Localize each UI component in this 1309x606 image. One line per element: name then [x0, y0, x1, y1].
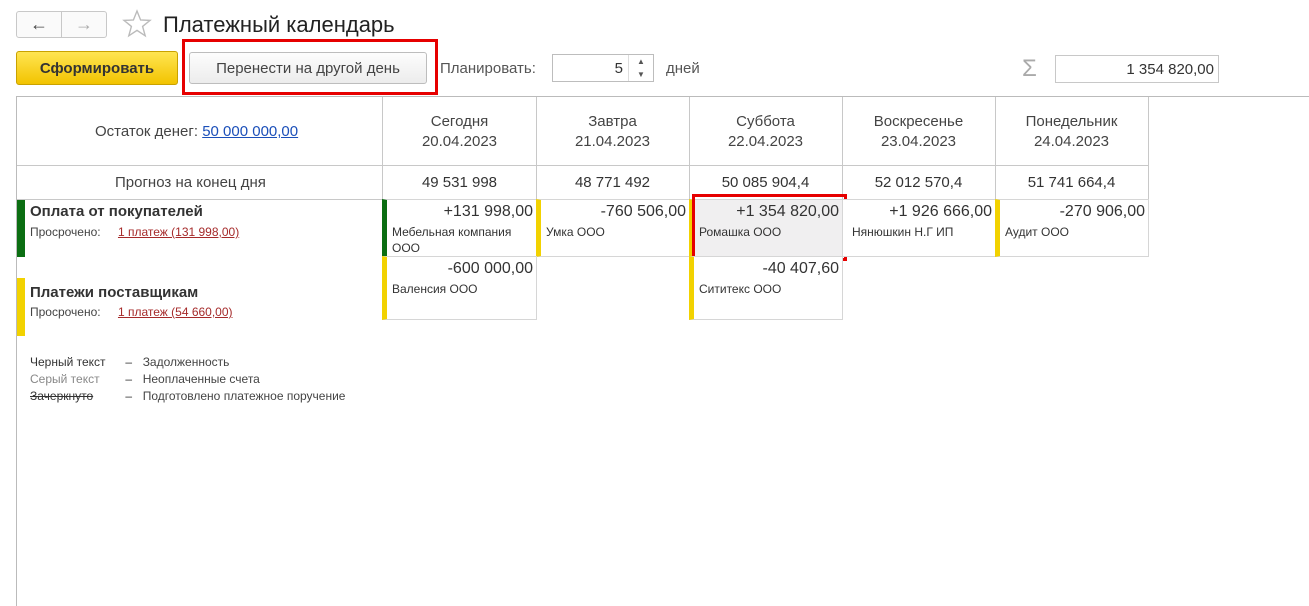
day-name: Завтра	[588, 113, 637, 130]
day-name: Понедельник	[1025, 113, 1118, 130]
back-button[interactable]: ←	[17, 12, 61, 37]
stepper-down-icon[interactable]: ▼	[629, 68, 653, 81]
legend-value: Задолженность	[142, 355, 230, 369]
day-date: 24.04.2023	[1033, 133, 1110, 150]
income-section-marker	[17, 200, 25, 257]
arrow-left-icon: ←	[30, 14, 48, 34]
balance-label: Остаток денег:	[95, 123, 199, 140]
highlight-frame	[182, 39, 438, 95]
legend-dash: –	[125, 389, 133, 403]
legend-row: Черный текст – Задолженность	[30, 354, 345, 371]
legend-dash: –	[125, 355, 133, 369]
day-date: 21.04.2023	[574, 133, 651, 150]
cell-counterparty: Нянюшкин Н.Г ИП	[852, 225, 954, 239]
sum-icon: Σ	[1022, 55, 1037, 82]
legend-dash: –	[125, 372, 133, 386]
overdue-label: Просрочено:	[30, 305, 101, 319]
divider	[1148, 97, 1149, 199]
day-date: 22.04.2023	[727, 133, 804, 150]
payment-cell[interactable]: +1 926 666,00 Нянюшкин Н.Г ИП	[842, 199, 996, 257]
payment-cell[interactable]: -40 407,60 Сититекс ООО	[689, 256, 843, 320]
plan-days-value: 5	[614, 60, 623, 77]
day-header: Понедельник 24.04.2023	[995, 112, 1148, 152]
day-date: 23.04.2023	[880, 133, 957, 150]
forecast-value: 49 531 998	[421, 174, 498, 191]
legend-key: Черный текст	[30, 355, 106, 369]
legend-value: Неоплаченные счета	[142, 372, 260, 386]
cell-counterparty: Аудит ООО	[1005, 225, 1070, 239]
balance-value-link[interactable]: 50 000 000,00	[202, 123, 298, 140]
arrow-right-icon: →	[75, 14, 93, 34]
divider	[17, 165, 1148, 166]
legend-row: Зачеркнуто – Подготовлено платежное пору…	[30, 388, 345, 405]
forward-button[interactable]: →	[61, 12, 106, 37]
star-icon[interactable]	[121, 8, 153, 40]
cell-counterparty: Валенсия ООО	[392, 282, 478, 296]
legend-key: Зачеркнуто	[30, 389, 94, 403]
calendar-area	[16, 96, 1309, 606]
day-header: Суббота 22.04.2023	[689, 112, 842, 152]
forecast-value: 51 741 664,4	[1027, 174, 1116, 191]
stepper-up-icon[interactable]: ▲	[629, 55, 653, 68]
cell-counterparty: Сититекс ООО	[699, 282, 782, 296]
cell-amount: +131 998,00	[443, 203, 533, 220]
cell-counterparty: Умка ООО	[546, 225, 605, 239]
payment-cell[interactable]: -760 506,00 Умка ООО	[536, 199, 690, 257]
forecast-label: Прогноз на конец дня	[115, 174, 266, 191]
forecast-value: 52 012 570,4	[874, 174, 963, 191]
forecast-value: 48 771 492	[574, 174, 651, 191]
legend: Черный текст – Задолженность Серый текст…	[30, 354, 345, 405]
history-nav: ← →	[16, 11, 107, 38]
cell-amount: -40 407,60	[762, 260, 839, 277]
overdue-row: Просрочено: 1 платеж (131 998,00)	[30, 225, 239, 239]
day-header: Завтра 21.04.2023	[536, 112, 689, 152]
sum-field[interactable]: 1 354 820,00	[1055, 55, 1219, 83]
day-header: Сегодня 20.04.2023	[383, 112, 536, 152]
payment-section-marker	[17, 278, 25, 336]
legend-value: Подготовлено платежное поручение	[142, 389, 346, 403]
page-title: Платежный календарь	[163, 12, 395, 37]
day-name: Воскресенье	[873, 113, 964, 130]
plan-label: Планировать:	[440, 60, 536, 77]
cell-amount: +1 926 666,00	[889, 203, 992, 220]
cell-amount: -760 506,00	[600, 203, 686, 220]
day-header: Воскресенье 23.04.2023	[842, 112, 995, 152]
payment-cell[interactable]: +131 998,00 Мебельная компания ООО	[382, 199, 537, 257]
cell-amount: -270 906,00	[1059, 203, 1145, 220]
payment-cell[interactable]: -270 906,00 Аудит ООО	[995, 199, 1149, 257]
overdue-label: Просрочено:	[30, 225, 101, 239]
cell-counterparty: Мебельная компания ООО	[392, 225, 512, 255]
forecast-value: 50 085 904,4	[721, 174, 810, 191]
cell-amount: -600 000,00	[447, 260, 533, 277]
day-name: Суббота	[736, 113, 795, 130]
day-name: Сегодня	[430, 113, 489, 130]
overdue-link[interactable]: 1 платеж (54 660,00)	[118, 305, 233, 319]
days-label: дней	[666, 60, 700, 77]
payment-cell[interactable]: -600 000,00 Валенсия ООО	[382, 256, 537, 320]
section-title: Оплата от покупателей	[30, 203, 203, 220]
legend-key: Серый текст	[30, 372, 100, 386]
balance: Остаток денег: 50 000 000,00	[95, 123, 298, 140]
day-date: 20.04.2023	[421, 133, 498, 150]
section-title: Платежи поставщикам	[30, 284, 199, 301]
generate-button[interactable]: Сформировать	[16, 51, 178, 85]
legend-row: Серый текст – Неоплаченные счета	[30, 371, 345, 388]
overdue-link[interactable]: 1 платеж (131 998,00)	[118, 225, 239, 239]
overdue-row: Просрочено: 1 платеж (54 660,00)	[30, 305, 233, 319]
highlight-frame	[692, 194, 847, 261]
plan-days-stepper[interactable]: 5 ▲ ▼	[552, 54, 654, 82]
